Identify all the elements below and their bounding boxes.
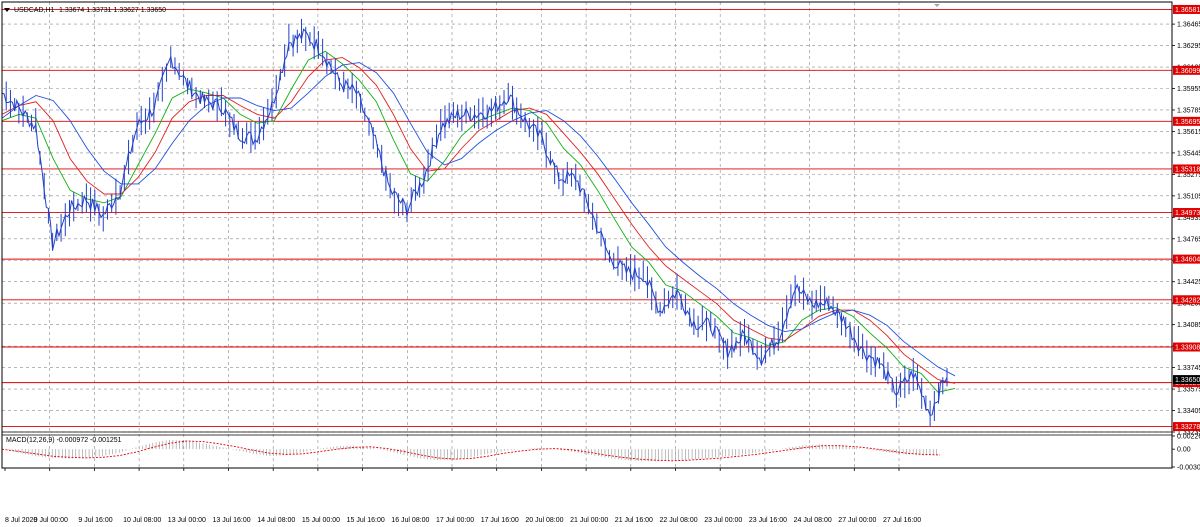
time-tick-label: 17 Jul 16:00: [481, 517, 519, 524]
price-tick-label: 1.34085: [1177, 322, 1200, 329]
time-tick-label: 21 Jul 00:00: [570, 517, 608, 524]
time-tick-label: 14 Jul 08:00: [257, 517, 295, 524]
time-tick-label: 21 Jul 16:00: [615, 517, 653, 524]
time-tick-label: 23 Jul 16:00: [749, 517, 787, 524]
time-tick-label: 9 Jul 16:00: [78, 517, 112, 524]
current-price-label: 1.33650: [1175, 377, 1200, 384]
macd-tick-label: 0.00226: [1177, 434, 1200, 441]
time-tick-label: 13 Jul 16:00: [213, 517, 251, 524]
time-tick-label: 15 Jul 00:00: [302, 517, 340, 524]
time-tick-label: 27 Jul 16:00: [883, 517, 921, 524]
time-tick-label: 22 Jul 08:00: [660, 517, 698, 524]
time-tick-label: 27 Jul 00:00: [838, 517, 876, 524]
time-tick-label: 16 Jul 08:00: [391, 517, 429, 524]
macd-label: MACD(12,26,9) -0.000972 -0.001251: [6, 437, 122, 444]
level-price-label: 1.33278: [1175, 424, 1200, 431]
price-tick-label: 1.36295: [1177, 43, 1200, 50]
time-tick-label: 13 Jul 00:00: [168, 517, 206, 524]
time-tick-label: 9 Jul 00:00: [34, 517, 68, 524]
symbol-title: USDCAD,H1: [14, 7, 55, 14]
price-tick-label: 1.35955: [1177, 86, 1200, 93]
level-price-label: 1.36099: [1175, 68, 1200, 75]
time-tick-label: 24 Jul 08:00: [794, 517, 832, 524]
time-tick-label: 17 Jul 00:00: [436, 517, 474, 524]
price-tick-label: 1.35615: [1177, 129, 1200, 136]
price-tick-label: 1.33745: [1177, 365, 1200, 372]
chart-background: [0, 0, 1200, 527]
price-tick-label: 1.36465: [1177, 22, 1200, 29]
level-price-label: 1.34282: [1175, 297, 1200, 304]
macd-tick-label: -0.00306: [1177, 465, 1200, 472]
level-price-label: 1.35318: [1175, 166, 1200, 173]
price-tick-label: 1.34425: [1177, 279, 1200, 286]
price-chart[interactable]: 1.364651.362951.361251.359551.357851.356…: [0, 0, 1200, 527]
level-price-label: 1.36581: [1175, 7, 1200, 14]
price-tick-label: 1.35445: [1177, 150, 1200, 157]
level-price-label: 1.33908: [1175, 345, 1200, 352]
macd-tick-label: 0.00: [1177, 447, 1191, 454]
time-tick-label: 8 Jul 2020: [5, 517, 37, 524]
level-price-label: 1.34604: [1175, 257, 1200, 264]
price-tick-label: 1.33405: [1177, 408, 1200, 415]
price-tick-label: 1.35785: [1177, 107, 1200, 114]
time-tick-label: 15 Jul 16:00: [347, 517, 385, 524]
price-tick-label: 1.35105: [1177, 193, 1200, 200]
level-price-label: 1.34973: [1175, 210, 1200, 217]
time-tick-label: 10 Jul 08:00: [123, 517, 161, 524]
ohlc-values: 1.33674 1.33731 1.33627 1.33650: [59, 7, 166, 14]
time-tick-label: 20 Jul 08:00: [525, 517, 563, 524]
level-price-label: 1.35695: [1175, 119, 1200, 126]
price-tick-label: 1.34765: [1177, 236, 1200, 243]
time-tick-label: 23 Jul 00:00: [704, 517, 742, 524]
price-tick-label: 1.33575: [1177, 387, 1200, 394]
